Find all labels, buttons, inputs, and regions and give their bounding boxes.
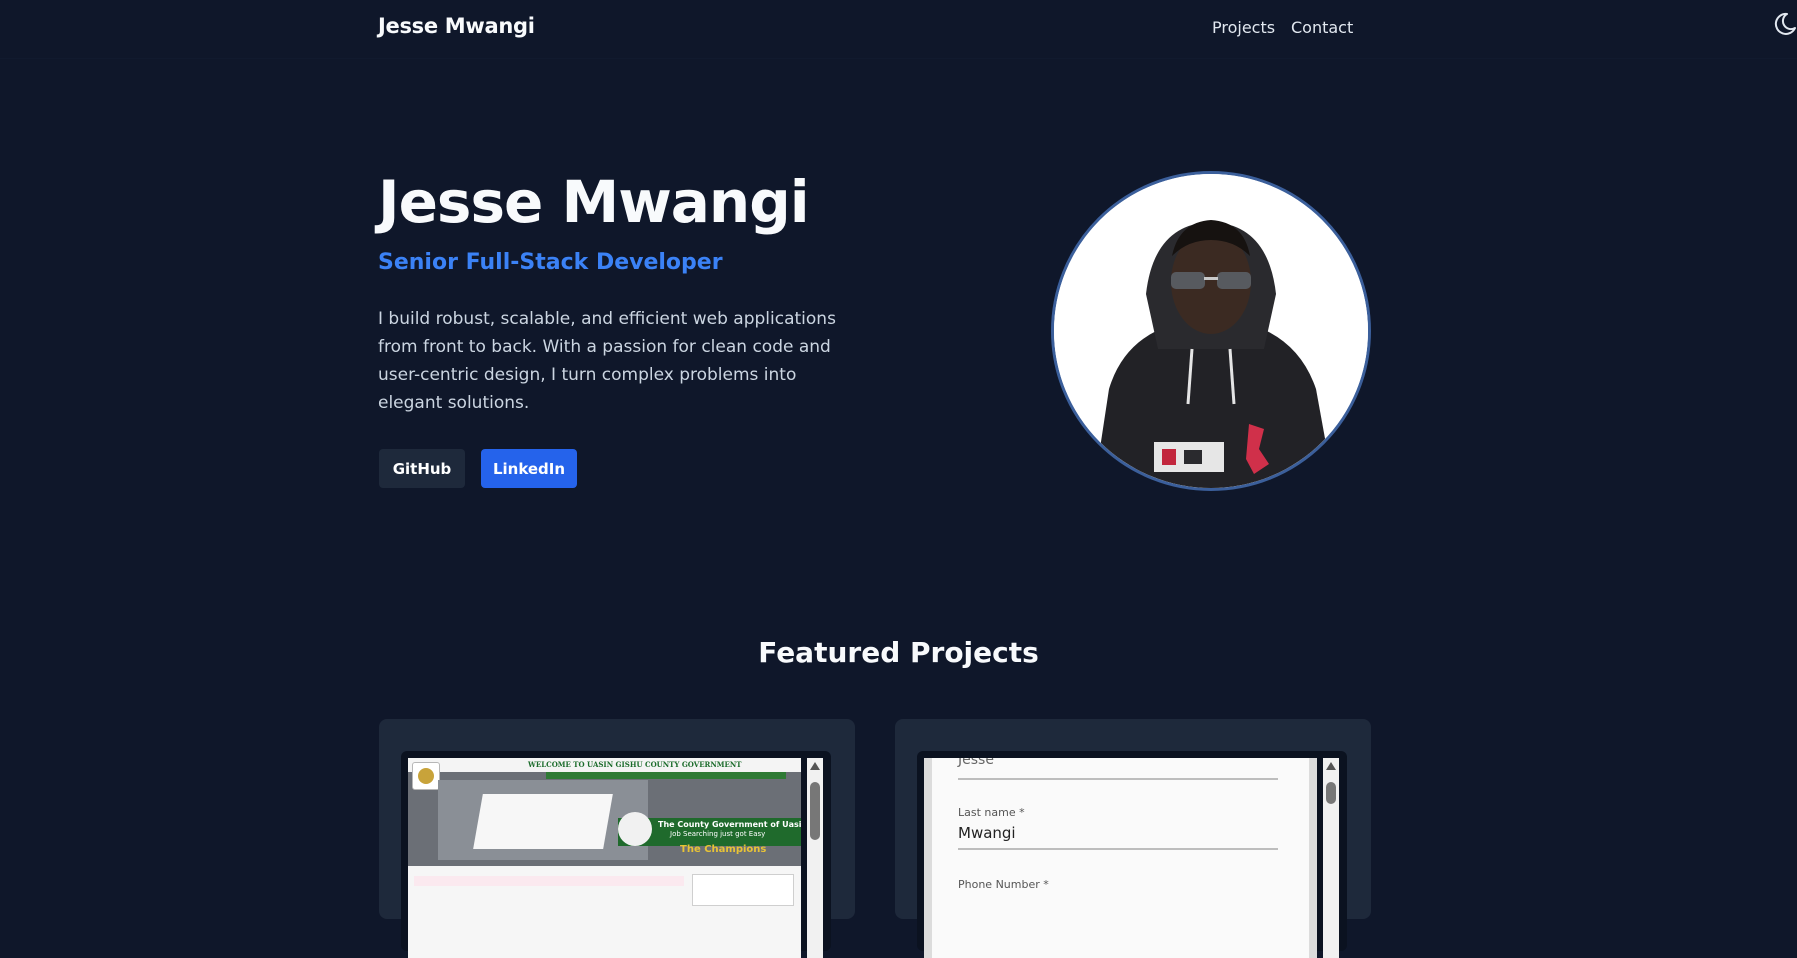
phone-number-label: Phone Number *	[958, 878, 1049, 891]
preview-scrollbar[interactable]	[1323, 758, 1339, 958]
theme-toggle-button[interactable]	[1769, 10, 1797, 38]
brand-logo[interactable]: Jesse Mwangi	[378, 14, 535, 38]
linkedin-button[interactable]: LinkedIn	[481, 449, 577, 488]
scrollbar-thumb[interactable]	[810, 782, 820, 840]
project-preview-screenshot: WELCOME TO UASIN GISHU COUNTY GOVERNMENT…	[408, 758, 801, 958]
project-preview-frame: WELCOME TO UASIN GISHU COUNTY GOVERNMENT…	[401, 751, 831, 958]
county-logo	[412, 762, 440, 790]
last-name-label: Last name *	[958, 806, 1025, 819]
profile-photo	[1051, 171, 1371, 491]
last-name-field[interactable]: Mwangi	[958, 824, 1016, 842]
hero-role: Senior Full-Stack Developer	[378, 250, 723, 275]
scroll-up-arrow-icon[interactable]	[1326, 762, 1336, 770]
moon-icon	[1774, 12, 1796, 35]
project-preview-frame: Jesse Last name * Mwangi Phone Number *	[917, 751, 1347, 958]
site-title: WELCOME TO UASIN GISHU COUNTY GOVERNMENT	[528, 760, 742, 769]
top-nav: Jesse Mwangi Projects Contact	[0, 0, 1797, 59]
profile-illustration	[1054, 174, 1368, 488]
nav-link-contact[interactable]: Contact	[1291, 18, 1353, 37]
project-card[interactable]: WELCOME TO UASIN GISHU COUNTY GOVERNMENT…	[379, 719, 855, 958]
scrollbar-thumb[interactable]	[1326, 782, 1336, 804]
project-preview-screenshot: Jesse Last name * Mwangi Phone Number *	[924, 758, 1317, 958]
hero-name: Jesse Mwangi	[378, 168, 810, 236]
form-previous-value: Jesse	[958, 758, 994, 768]
banner-tagline: The Champions	[680, 844, 767, 855]
banner-subheading: Job Searching just got Easy	[670, 830, 766, 838]
section-title-featured-projects: Featured Projects	[758, 636, 1039, 669]
scroll-up-arrow-icon[interactable]	[810, 762, 820, 770]
nav-link-projects[interactable]: Projects	[1212, 18, 1275, 37]
banner-heading: The County Government of Uasin Gishu	[658, 820, 801, 829]
github-button[interactable]: GitHub	[379, 449, 465, 488]
hero-bio: I build robust, scalable, and efficient …	[378, 309, 836, 413]
project-card[interactable]: Jesse Last name * Mwangi Phone Number *	[895, 719, 1371, 958]
preview-scrollbar[interactable]	[807, 758, 823, 958]
